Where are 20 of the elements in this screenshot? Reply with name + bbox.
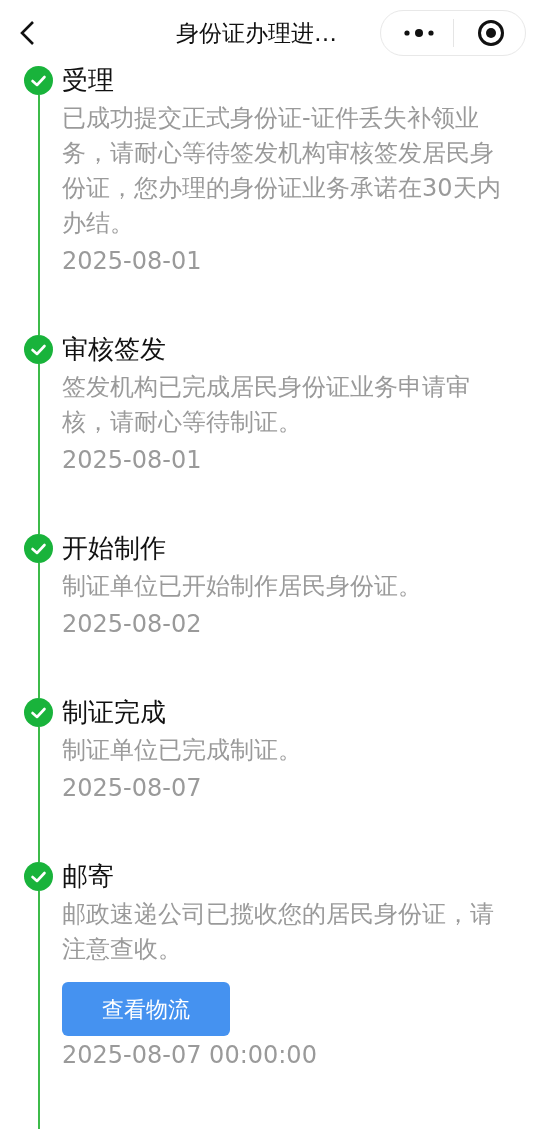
back-icon[interactable] xyxy=(18,20,36,46)
step-description: 制证单位已开始制作居民身份证。 xyxy=(62,571,423,602)
step-date: 2025-08-07 00:00:00 xyxy=(62,1040,318,1071)
step-title: 邮寄 xyxy=(62,861,115,891)
step-description: 制证单位已完成制证。 xyxy=(62,735,303,766)
close-target-icon[interactable] xyxy=(477,19,505,47)
step-title: 审核签发 xyxy=(62,334,167,364)
step-date: 2025-08-02 xyxy=(62,609,203,640)
step-date: 2025-08-01 xyxy=(62,445,203,476)
step-description: 邮政速递公司已揽收您的居民身份证，请注意查收。 xyxy=(62,899,495,965)
step-title: 制证完成 xyxy=(62,697,167,727)
step-title: 开始制作 xyxy=(62,533,167,563)
more-icon[interactable] xyxy=(403,28,435,38)
step-description: 已成功提交正式身份证-证件丢失补领业务，请耐心等待签发机构审核签发居民身份证，您办理的身份证业务承诺在30天内办结。 xyxy=(62,103,502,239)
step-date: 2025-08-01 xyxy=(62,246,203,277)
step-title: 受理 xyxy=(62,65,115,95)
step-description: 签发机构已完成居民身份证业务申请审核，请耐心等待制证。 xyxy=(62,372,471,438)
page-title: 身份证办理进… xyxy=(176,19,337,48)
logistics-button[interactable]: 查看物流 xyxy=(62,982,230,1036)
step-date: 2025-08-07 xyxy=(62,773,203,804)
